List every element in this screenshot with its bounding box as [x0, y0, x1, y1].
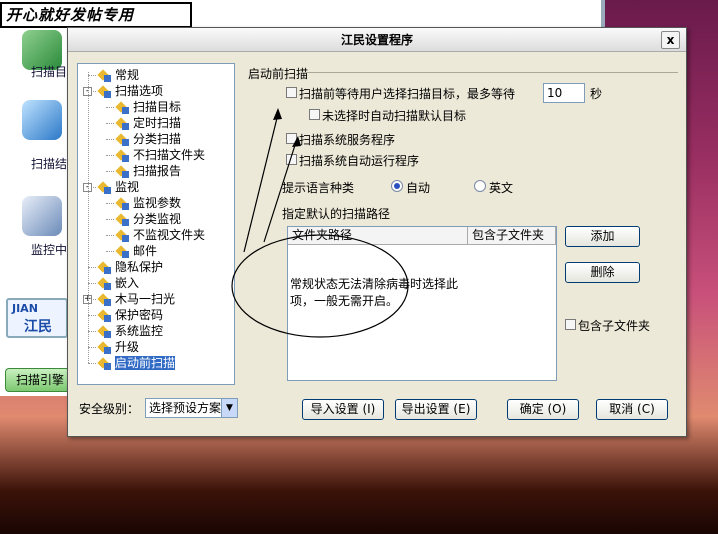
ok-button[interactable]: 确定 (O)	[507, 399, 579, 420]
import-settings-button[interactable]: 导入设置 (I)	[302, 399, 384, 420]
settings-dialog: 江民设置程序 x 常规 扫描选项 - 扫描目标 定时扫描 分类扫描 不扫描文件夹 扫描报告 监视…	[67, 27, 687, 437]
export-settings-button[interactable]: 导出设置 (E)	[395, 399, 477, 420]
security-level-select[interactable]: 选择预设方案 ▼	[145, 398, 238, 418]
annotation-text: 常规状态无法清除病毒时选择此项，一般无需开启。	[290, 277, 459, 308]
security-level-value: 选择预设方案	[149, 401, 222, 415]
scan-result-icon[interactable]	[22, 100, 62, 140]
bg-sidebar-label-2[interactable]: 扫描结	[31, 155, 67, 172]
cancel-button[interactable]: 取消 (C)	[596, 399, 668, 420]
bg-sidebar-label-3[interactable]: 监控中	[31, 241, 67, 258]
annotation-arrow-1	[243, 113, 279, 253]
annotation-arrowhead-1	[273, 108, 282, 120]
security-level-label: 安全级别：	[79, 402, 140, 416]
scan-engine-tab[interactable]: 扫描引擎	[5, 368, 71, 392]
annotation-arrowhead-2	[292, 136, 301, 147]
brand-logo: JIAN 江民	[6, 298, 68, 338]
brand-line1: JIAN	[12, 302, 38, 315]
chevron-down-icon[interactable]: ▼	[221, 399, 237, 417]
monitor-center-icon[interactable]	[22, 196, 62, 236]
watermark-banner: 开心就好发帖专用	[0, 2, 192, 28]
bg-sidebar-label-1[interactable]: 扫描目	[31, 63, 67, 80]
annotation-arrow-2	[263, 141, 297, 243]
annotation-overlay	[231, 108, 409, 338]
brand-line2: 江民	[24, 319, 52, 335]
